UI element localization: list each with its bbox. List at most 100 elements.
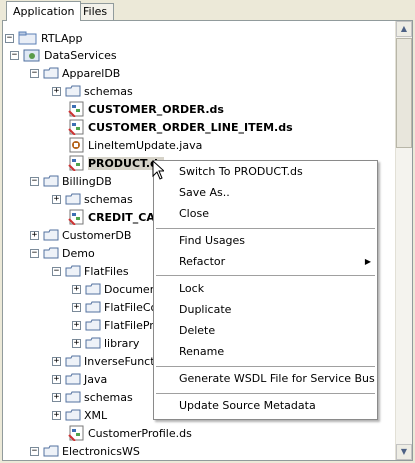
data-service-icon xyxy=(68,155,84,171)
tree-label: FlatFileCo xyxy=(104,300,158,314)
tree-node-customer-order-line-item[interactable]: CUSTOMER_ORDER_LINE_ITEM.ds xyxy=(67,118,293,136)
folder-icon xyxy=(85,301,101,313)
collapse-icon[interactable]: − xyxy=(52,266,61,276)
tree-label: CUSTOMER_ORDER.ds xyxy=(88,102,224,116)
expand-icon[interactable]: + xyxy=(72,302,81,312)
expand-icon[interactable]: + xyxy=(72,320,81,330)
data-service-icon xyxy=(68,119,84,135)
expand-icon[interactable]: + xyxy=(52,392,61,402)
tree-node-dataservices[interactable]: − DataServices xyxy=(10,46,117,64)
tree-label: schemas xyxy=(84,84,133,98)
collapse-icon[interactable]: − xyxy=(5,33,14,43)
folder-open-icon xyxy=(43,445,59,457)
menu-item-delete[interactable]: Delete xyxy=(154,320,377,341)
menu-item-find-usages[interactable]: Find Usages xyxy=(154,230,377,251)
collapse-icon[interactable]: − xyxy=(30,248,39,258)
tab-files-label: Files xyxy=(83,5,108,18)
tree-node-appareldb[interactable]: − ApparelDB xyxy=(30,64,120,82)
tree-node-customer-profile[interactable]: CustomerProfile.ds xyxy=(67,424,192,442)
data-service-icon xyxy=(68,209,84,225)
tree-node-product[interactable]: PRODUCT.ds xyxy=(67,154,165,172)
tree-node-line-item-update[interactable]: LineItemUpdate.java xyxy=(67,136,202,154)
tree-node-inversefunction[interactable]: + InverseFunctio xyxy=(52,352,164,370)
context-menu: Switch To PRODUCT.ds Save As.. Close Fin… xyxy=(153,160,378,420)
tree-node-demo[interactable]: − Demo xyxy=(30,244,95,262)
tree-node-document[interactable]: + Document xyxy=(72,280,161,298)
tab-files[interactable]: Files xyxy=(76,3,115,20)
folder-open-icon xyxy=(43,247,59,259)
folder-open-icon xyxy=(65,265,81,277)
collapse-icon[interactable]: − xyxy=(30,446,39,456)
collapse-icon[interactable]: − xyxy=(30,176,39,186)
tree-node-schemas[interactable]: + schemas xyxy=(52,82,133,100)
collapse-icon[interactable]: − xyxy=(30,68,39,78)
tab-bar: Application Files xyxy=(0,0,415,21)
tree-node-schemas[interactable]: + schemas xyxy=(52,190,133,208)
tree-label: ElectronicsWS xyxy=(62,444,140,458)
tree-node-billingdb[interactable]: − BillingDB xyxy=(30,172,112,190)
tree-label: Demo xyxy=(62,246,95,260)
tree-label: FlatFiles xyxy=(84,264,129,278)
scroll-up-button[interactable]: ▲ xyxy=(396,21,412,37)
menu-item-update-source-metadata[interactable]: Update Source Metadata xyxy=(154,395,377,416)
scrollbar-thumb[interactable] xyxy=(396,38,412,148)
expand-icon[interactable]: + xyxy=(72,284,81,294)
menu-item-label: Close xyxy=(179,207,209,220)
tree-node-library[interactable]: + library xyxy=(72,334,139,352)
expand-icon[interactable]: + xyxy=(52,410,61,420)
data-service-icon xyxy=(68,425,84,441)
expand-icon[interactable]: + xyxy=(30,230,39,240)
tree-node-flatfilepro[interactable]: + FlatFilePro xyxy=(72,316,160,334)
tree-node-credit-card[interactable]: CREDIT_CAR xyxy=(67,208,163,226)
tree-node-rtlapp[interactable]: − RTLApp xyxy=(5,29,82,47)
menu-item-label: Lock xyxy=(179,282,205,295)
menu-item-save-as[interactable]: Save As.. xyxy=(154,182,377,203)
java-file-icon xyxy=(69,137,84,153)
menu-separator xyxy=(156,228,375,229)
menu-item-switch-to[interactable]: Switch To PRODUCT.ds xyxy=(154,161,377,182)
tree-node-xml[interactable]: + XML xyxy=(52,406,107,424)
menu-separator xyxy=(156,393,375,394)
menu-item-label: Update Source Metadata xyxy=(179,399,316,412)
tree-label: ApparelDB xyxy=(62,66,121,80)
expand-icon[interactable]: + xyxy=(52,194,61,204)
folder-icon xyxy=(85,319,101,331)
tree-label: Java xyxy=(84,372,108,386)
menu-item-refactor[interactable]: Refactor ▶ xyxy=(154,251,377,272)
tree-label: CustomerDB xyxy=(62,228,132,242)
menu-item-duplicate[interactable]: Duplicate xyxy=(154,299,377,320)
tree-node-schemas[interactable]: + schemas xyxy=(52,388,133,406)
tab-application[interactable]: Application xyxy=(6,1,82,21)
expand-icon[interactable]: + xyxy=(52,86,61,96)
tree-node-customer-order[interactable]: CUSTOMER_ORDER.ds xyxy=(67,100,224,118)
folder-icon xyxy=(65,391,81,403)
project-icon xyxy=(23,49,40,62)
tree-label: schemas xyxy=(84,192,133,206)
folder-icon xyxy=(65,355,81,367)
folder-icon xyxy=(85,337,101,349)
tree-node-java[interactable]: + Java xyxy=(52,370,107,388)
tree-label: LineItemUpdate.java xyxy=(88,138,203,152)
tree-label: DataServices xyxy=(44,48,117,62)
tree-node-customerdb[interactable]: + CustomerDB xyxy=(30,226,131,244)
menu-item-close[interactable]: Close xyxy=(154,203,377,224)
scroll-down-button[interactable]: ▼ xyxy=(396,444,412,460)
folder-open-icon xyxy=(43,67,59,79)
tree-node-electronicsws[interactable]: − ElectronicsWS xyxy=(30,442,140,460)
menu-separator xyxy=(156,275,375,276)
menu-item-rename[interactable]: Rename xyxy=(154,341,377,362)
collapse-icon[interactable]: − xyxy=(10,50,19,60)
expand-icon[interactable]: + xyxy=(52,374,61,384)
tree-node-flatfiles[interactable]: − FlatFiles xyxy=(52,262,129,280)
menu-item-label: Delete xyxy=(179,324,216,337)
folder-icon xyxy=(43,229,59,241)
menu-item-label: Refactor xyxy=(179,255,226,268)
expand-icon[interactable]: + xyxy=(72,338,81,348)
expand-icon[interactable]: + xyxy=(52,356,61,366)
vertical-scrollbar[interactable]: ▲ ▼ xyxy=(395,21,412,460)
tree-node-flatfileco[interactable]: + FlatFileCo xyxy=(72,298,157,316)
tree-label: RTLApp xyxy=(41,31,83,45)
menu-item-label: Rename xyxy=(179,345,225,358)
menu-item-lock[interactable]: Lock xyxy=(154,278,377,299)
menu-item-generate-wsdl[interactable]: Generate WSDL File for Service Bus xyxy=(154,368,377,389)
